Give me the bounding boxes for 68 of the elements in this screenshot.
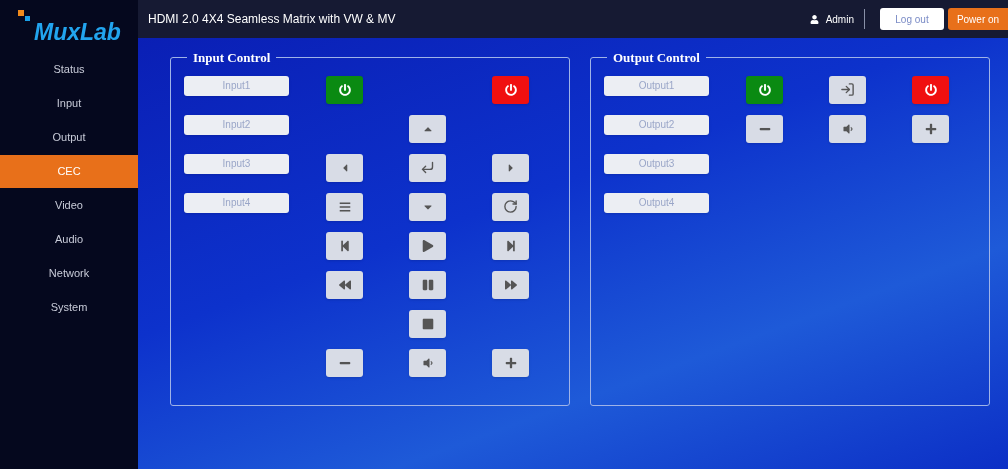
rewind-button[interactable] <box>326 270 363 299</box>
nav-item[interactable]: Video <box>0 189 138 222</box>
enter-icon <box>420 160 435 175</box>
source-button[interactable]: Output1 <box>604 75 709 96</box>
user-icon <box>809 14 819 24</box>
nav-item[interactable]: Network <box>0 257 138 290</box>
panel-title: Output Control <box>612 49 701 67</box>
source-button[interactable]: Output3 <box>604 153 709 174</box>
power-on-button[interactable] <box>326 75 363 104</box>
plus-icon <box>504 356 517 369</box>
menu-icon <box>338 200 351 213</box>
source-button[interactable]: Input3 <box>184 153 289 174</box>
stop-icon <box>421 317 434 330</box>
play-button[interactable] <box>409 231 446 260</box>
power-icon <box>924 83 937 96</box>
user-name: Admin <box>825 12 854 27</box>
logout-button[interactable]: Log out <box>880 8 944 30</box>
next-button[interactable] <box>492 231 529 260</box>
nav-item[interactable]: Audio <box>0 223 138 256</box>
source-button[interactable]: Output2 <box>604 114 709 135</box>
rewind-icon <box>338 278 351 291</box>
nav-item[interactable]: Status <box>0 53 138 86</box>
power-icon <box>504 83 517 96</box>
source-button[interactable]: Input1 <box>184 75 289 96</box>
power-on-button[interactable]: Power on <box>948 8 1008 30</box>
pause-icon <box>421 278 434 291</box>
power-off-button[interactable] <box>492 75 529 104</box>
panel-title: Input Control <box>192 49 272 67</box>
up-button[interactable] <box>409 114 446 143</box>
source-button[interactable] <box>829 75 866 104</box>
logo-icon <box>18 10 32 22</box>
mute-button[interactable] <box>829 114 866 143</box>
source-button[interactable]: Output4 <box>604 192 709 213</box>
source-button[interactable]: Input4 <box>184 192 289 213</box>
down-button[interactable] <box>409 192 446 221</box>
rotate-icon <box>503 199 518 214</box>
nav-item[interactable]: System <box>0 291 138 324</box>
left-button[interactable] <box>326 153 363 182</box>
nav-item[interactable]: Input <box>0 87 138 120</box>
speaker-icon <box>421 356 434 369</box>
power-on-button[interactable] <box>746 75 783 104</box>
skip-forward-icon <box>504 239 517 252</box>
stop-button[interactable] <box>409 309 446 338</box>
volume-up-button[interactable] <box>492 348 529 377</box>
power-icon <box>338 83 351 96</box>
enter-button[interactable] <box>409 153 446 182</box>
logo-text: MuxLab <box>34 21 121 44</box>
menu-button[interactable] <box>326 192 363 221</box>
power-icon <box>758 83 771 96</box>
nav-item[interactable]: Output <box>0 121 138 154</box>
page-title: HDMI 2.0 4X4 Seamless Matrix with VW & MV <box>148 11 396 28</box>
play-icon <box>421 239 434 252</box>
right-button[interactable] <box>492 153 529 182</box>
volume-down-button[interactable] <box>746 114 783 143</box>
volume-down-button[interactable] <box>326 348 363 377</box>
speaker-icon <box>841 122 854 135</box>
source-button[interactable]: Input2 <box>184 114 289 135</box>
previous-button[interactable] <box>326 231 363 260</box>
power-off-button[interactable] <box>912 75 949 104</box>
mute-button[interactable] <box>409 348 446 377</box>
nav-item[interactable]: CEC <box>0 155 138 188</box>
enter-box-icon <box>840 82 855 97</box>
skip-back-icon <box>338 239 351 252</box>
fast-forward-button[interactable] <box>492 270 529 299</box>
fast-forward-icon <box>504 278 517 291</box>
pause-button[interactable] <box>409 270 446 299</box>
volume-up-button[interactable] <box>912 114 949 143</box>
plus-icon <box>924 122 937 135</box>
